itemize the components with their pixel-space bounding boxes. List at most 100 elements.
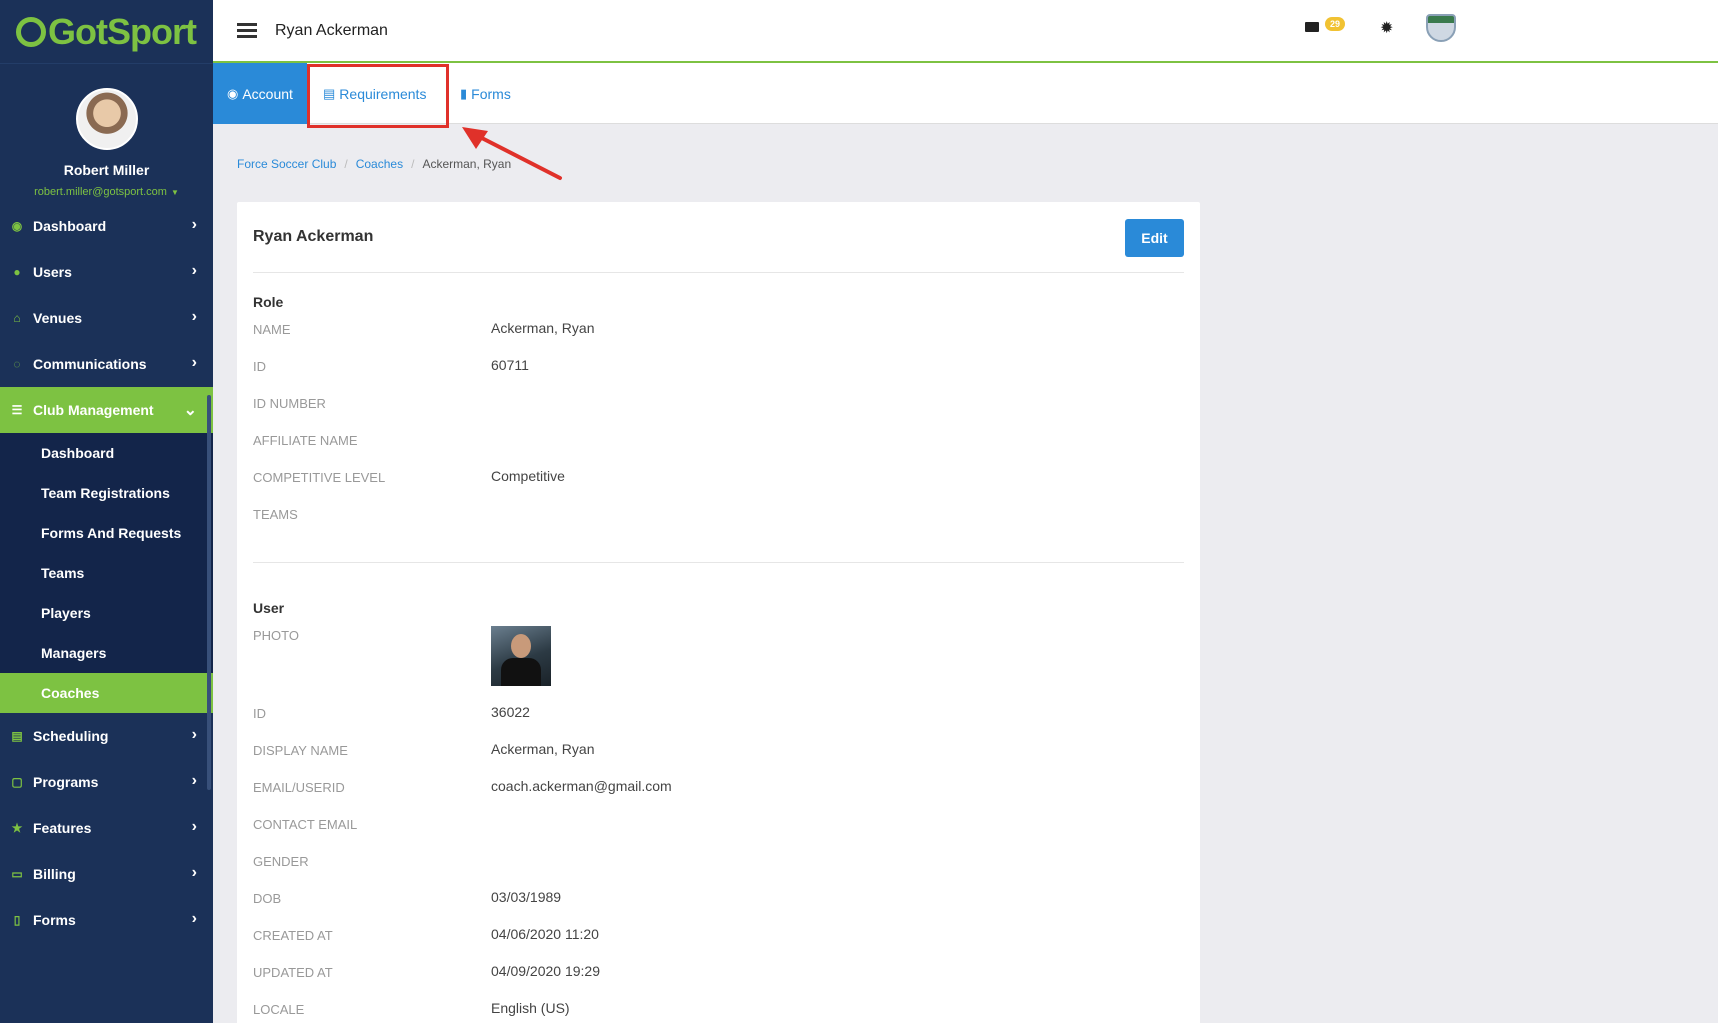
field-label: PHOTO (253, 628, 299, 643)
divider (253, 272, 1184, 273)
chevron-right-icon: › (191, 818, 197, 835)
chevron-right-icon: › (191, 308, 197, 325)
sidebar-item-billing[interactable]: ▭ Billing › (0, 851, 213, 897)
field-value: 04/06/2020 11:20 (491, 926, 599, 942)
sidebar-subitem-dashboard[interactable]: Dashboard (0, 433, 213, 473)
field-label: ID (253, 706, 266, 721)
field-label: EMAIL/USERID (253, 780, 345, 795)
sidebar-subitem-coaches[interactable]: Coaches (0, 673, 213, 713)
communications-icon: ◌ (13, 357, 21, 371)
sidebar-item-label: Communications (33, 356, 147, 372)
field-label: CREATED AT (253, 928, 333, 943)
breadcrumb-separator: / (411, 157, 415, 171)
field-row: CREATED AT 04/06/2020 11:20 (253, 926, 1184, 946)
scheduling-icon: ▤ (11, 729, 23, 743)
sidebar: GotSport Robert Miller robert.miller@got… (0, 0, 213, 1023)
breadcrumb: Force Soccer Club / Coaches / Ackerman, … (237, 157, 511, 171)
field-value: 04/09/2020 19:29 (491, 963, 600, 979)
field-value: 60711 (491, 357, 529, 373)
chevron-right-icon: › (191, 216, 197, 233)
sidebar-item-label: Programs (33, 774, 99, 790)
tab-forms[interactable]: ▮ Forms (460, 63, 511, 124)
page-title: Ryan Ackerman (275, 21, 388, 39)
field-label: AFFILIATE NAME (253, 433, 358, 448)
sidebar-subitem-team-registrations[interactable]: Team Registrations (0, 473, 213, 513)
edit-button[interactable]: Edit (1125, 219, 1184, 257)
field-row: DOB 03/03/1989 (253, 889, 1184, 909)
section-title-role: Role (253, 294, 284, 310)
field-label: COMPETITIVE LEVEL (253, 470, 386, 485)
field-row: GENDER (253, 852, 1184, 872)
programs-icon: ▢ (11, 775, 23, 789)
profile-name: Robert Miller (63, 162, 150, 178)
sidebar-subitem-players[interactable]: Players (0, 593, 213, 633)
field-value: 36022 (491, 704, 530, 720)
sidebar-nav: ◉ Dashboard › ● Users › ⌂ Venues › ◌ Com… (0, 203, 213, 943)
field-label: CONTACT EMAIL (253, 817, 358, 832)
top-bar: Ryan Ackerman (213, 0, 1718, 63)
field-row: NAME Ackerman, Ryan (253, 320, 1184, 340)
sidebar-item-dashboard[interactable]: ◉ Dashboard › (0, 203, 213, 249)
document-icon: ▤ (323, 85, 336, 101)
sidebar-item-label: Billing (33, 866, 76, 882)
breadcrumb-link-club[interactable]: Force Soccer Club (237, 157, 336, 171)
mail-icon[interactable] (1305, 22, 1319, 32)
sidebar-item-venues[interactable]: ⌂ Venues › (0, 295, 213, 341)
profile-email: robert.miller@gotsport.com (34, 186, 167, 198)
breadcrumb-current: Ackerman, Ryan (422, 157, 512, 171)
tab-label: Forms (471, 85, 511, 102)
breadcrumb-separator: / (344, 157, 348, 171)
tab-bar: ◉ Account ▤ Requirements ▮ Forms (213, 63, 1718, 124)
sidebar-item-programs[interactable]: ▢ Programs › (0, 759, 213, 805)
gotsport-logo[interactable]: GotSport (16, 10, 197, 53)
logo-wordmark: GotSport (48, 10, 197, 52)
sidebar-item-scheduling[interactable]: ▤ Scheduling › (0, 713, 213, 759)
sidebar-item-label: Scheduling (33, 728, 109, 744)
mail-count-badge: 29 (1325, 17, 1346, 31)
chevron-right-icon: › (191, 864, 197, 881)
sidebar-scrollbar[interactable] (207, 395, 211, 790)
field-value: English (US) (491, 1000, 570, 1016)
field-row: EMAIL/USERID coach.ackerman@gmail.com (253, 778, 1184, 798)
section-title-user: User (253, 600, 285, 616)
field-row: UPDATED AT 04/09/2020 19:29 (253, 963, 1184, 983)
sidebar-item-label: Features (33, 820, 92, 836)
sidebar-item-club-management[interactable]: ☰ Club Management ⌄ (0, 387, 213, 433)
field-row: COMPETITIVE LEVEL Competitive (253, 468, 1184, 488)
tab-account[interactable]: ◉ Account (213, 63, 307, 124)
gear-icon[interactable]: ✹ (1380, 18, 1393, 38)
sidebar-item-features[interactable]: ★ Features › (0, 805, 213, 851)
field-label: DISPLAY NAME (253, 743, 348, 758)
field-label: GENDER (253, 854, 309, 869)
field-value: Competitive (491, 468, 565, 484)
billing-icon: ▭ (11, 867, 23, 881)
chevron-right-icon: › (191, 262, 197, 279)
file-icon: ▮ (460, 85, 468, 101)
users-icon: ● (13, 265, 21, 279)
sidebar-subitem-forms-and-requests[interactable]: Forms And Requests (0, 513, 213, 553)
breadcrumb-link-coaches[interactable]: Coaches (356, 157, 403, 171)
tab-requirements[interactable]: ▤ Requirements (323, 63, 426, 124)
chevron-right-icon: › (191, 772, 197, 789)
field-label: DOB (253, 891, 282, 906)
caret-down-icon: ▼ (170, 188, 179, 197)
club-management-icon: ☰ (11, 403, 23, 417)
sidebar-item-label: Users (33, 264, 72, 280)
coach-photo[interactable] (491, 626, 551, 686)
logo-bar: GotSport (0, 0, 213, 63)
hamburger-menu-icon[interactable] (237, 23, 257, 38)
sidebar-item-label: Forms (33, 912, 76, 928)
field-row: TEAMS (253, 505, 1184, 525)
avatar[interactable] (75, 88, 138, 150)
sidebar-item-communications[interactable]: ◌ Communications › (0, 341, 213, 387)
sidebar-subitem-teams[interactable]: Teams (0, 553, 213, 593)
coach-details-card: Ryan Ackerman Edit Role NAME Ackerman, Ry… (237, 202, 1200, 1023)
field-label: LOCALE (253, 1002, 305, 1017)
sidebar-item-users[interactable]: ● Users › (0, 249, 213, 295)
star-icon: ★ (11, 821, 23, 835)
field-row: ID 60711 (253, 357, 1184, 377)
sidebar-subitem-managers[interactable]: Managers (0, 633, 213, 673)
sidebar-item-forms[interactable]: ▯ Forms › (0, 897, 213, 943)
profile-email-dropdown[interactable]: robert.miller@gotsport.com ▼ (34, 186, 179, 198)
venues-icon: ⌂ (13, 311, 21, 325)
